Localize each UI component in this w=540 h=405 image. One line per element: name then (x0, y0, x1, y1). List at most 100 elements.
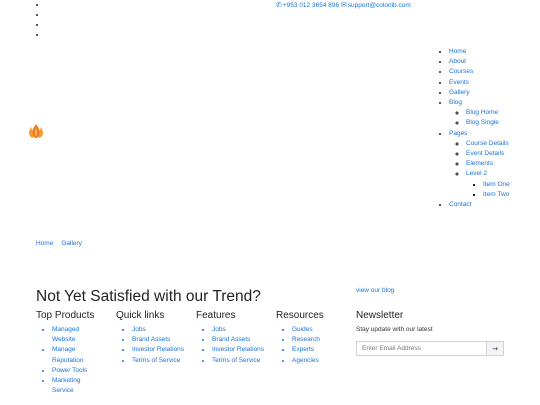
footer-cta-heading: Not Yet Satisfied with our Trend? (36, 288, 261, 305)
nav-item-level-2[interactable]: Level 2 Item One Item Two (466, 169, 510, 200)
footer-column-features: Features Jobs Brand Assets Investor Rela… (196, 310, 276, 366)
footer-column-title: Quick links (116, 310, 165, 321)
nav-item-item-two[interactable]: Item Two (483, 190, 510, 200)
footer-column-quick-links: Quick links Jobs Brand Assets Investor R… (116, 310, 196, 366)
top-contact: ✆+953 012 3654 896 ✉support@colorlib.com (276, 1, 411, 9)
footer-link-text[interactable]: Experts (292, 346, 314, 353)
nav-item-gallery[interactable]: Gallery (449, 88, 510, 98)
footer-link-text[interactable]: Jobs (212, 326, 226, 333)
newsletter-email-input[interactable] (356, 341, 486, 356)
footer-link[interactable]: Investor Relations (212, 345, 276, 355)
phone-number: +953 012 3654 896 (282, 2, 340, 9)
footer-link-text[interactable]: Guides (292, 326, 313, 333)
email-link[interactable]: ✉support@colorlib.com (341, 2, 411, 9)
footer-link[interactable]: Brand Assets (212, 335, 276, 345)
nav-item-courses[interactable]: Courses (449, 67, 510, 77)
newsletter: Newsletter Stay update with our latest → (356, 310, 506, 356)
footer-link-list: Jobs Brand Assets Investor Relations Ter… (116, 325, 196, 366)
nav-item-blog-single[interactable]: Blog Single (466, 118, 510, 128)
nav-link-gallery[interactable]: Gallery (449, 89, 470, 96)
nav-link-course-details[interactable]: Course Details (466, 140, 509, 147)
nav-link-blog[interactable]: Blog (449, 99, 462, 106)
footer-column-title: Features (196, 310, 236, 321)
footer-link[interactable]: Agencies (292, 356, 356, 366)
site-logo[interactable] (28, 124, 44, 138)
footer-link-text[interactable]: Manage Reputation (52, 346, 83, 363)
breadcrumb-current[interactable]: Gallery (61, 240, 82, 247)
footer-link-list: Guides Research Experts Agencies (276, 325, 356, 366)
arrow-right-icon: → (492, 344, 498, 353)
footer-link-text[interactable]: Brand Assets (132, 336, 170, 343)
newsletter-title: Newsletter (356, 310, 404, 321)
breadcrumb-home[interactable]: Home (36, 240, 53, 247)
footer-link[interactable]: Manage Reputation (52, 345, 96, 365)
phone-icon: ✆ (276, 2, 282, 9)
breadcrumb: Home Gallery (36, 240, 82, 247)
footer-link[interactable]: Power Tools (52, 366, 96, 376)
footer-link[interactable]: Terms of Service (132, 356, 196, 366)
footer-column-title: Resources (276, 310, 324, 321)
footer-link-text[interactable]: Brand Assets (212, 336, 250, 343)
footer-link-text[interactable]: Investor Relations (212, 346, 264, 353)
footer-link-text[interactable]: Jobs (132, 326, 146, 333)
top-bar-list (30, 0, 46, 40)
level-2-submenu: Item One Item Two (466, 180, 510, 200)
footer-link-text[interactable]: Terms of Service (132, 357, 180, 364)
email-address: support@colorlib.com (347, 2, 411, 9)
footer-link[interactable]: Jobs (132, 325, 196, 335)
nav-item-contact[interactable]: Contact (449, 200, 510, 210)
footer-link[interactable]: Marketing Service (52, 376, 96, 396)
footer-link-text[interactable]: Research (292, 336, 320, 343)
footer-column-top-products: Top Products Managed Website Manage Repu… (36, 310, 116, 396)
nav-item-event-details[interactable]: Event Details (466, 149, 510, 159)
main-nav: Home About Courses Events Gallery Blog B… (442, 47, 510, 210)
nav-item-item-one[interactable]: Item One (483, 180, 510, 190)
pages-submenu: Course Details Event Details Elements Le… (449, 139, 510, 200)
nav-link-about[interactable]: About (449, 58, 466, 65)
footer-link[interactable]: Experts (292, 345, 356, 355)
footer-link-list: Jobs Brand Assets Investor Relations Ter… (196, 325, 276, 366)
blog-submenu: Blog Home Blog Single (449, 108, 510, 128)
nav-item-events[interactable]: Events (449, 78, 510, 88)
footer-link-text[interactable]: Power Tools (52, 367, 87, 374)
footer-link[interactable]: Managed Website (52, 325, 96, 345)
footer-link-text[interactable]: Investor Relations (132, 346, 184, 353)
footer-link[interactable]: Terms of Service (212, 356, 276, 366)
nav-item-course-details[interactable]: Course Details (466, 139, 510, 149)
footer-link-text[interactable]: Terms of Service (212, 357, 260, 364)
nav-link-courses[interactable]: Courses (449, 68, 473, 75)
footer-link-text[interactable]: Managed Website (52, 326, 79, 343)
view-blog-link[interactable]: view our blog (356, 287, 394, 294)
nav-link-home[interactable]: Home (449, 48, 466, 55)
nav-link-item-two[interactable]: Item Two (483, 191, 509, 198)
footer-column-resources: Resources Guides Research Experts Agenci… (276, 310, 356, 366)
nav-link-contact[interactable]: Contact (449, 201, 471, 208)
nav-item-pages[interactable]: Pages Course Details Event Details Eleme… (449, 129, 510, 200)
newsletter-text: Stay update with our latest (356, 326, 433, 333)
envelope-icon: ✉ (340, 2, 347, 9)
nav-link-events[interactable]: Events (449, 79, 469, 86)
footer-link[interactable]: Investor Relations (132, 345, 196, 355)
nav-item-blog[interactable]: Blog Blog Home Blog Single (449, 98, 510, 129)
nav-link-event-details[interactable]: Event Details (466, 150, 504, 157)
nav-link-level-2[interactable]: Level 2 (466, 170, 487, 177)
footer-link-text[interactable]: Agencies (292, 357, 319, 364)
footer-link-list: Managed Website Manage Reputation Power … (36, 325, 96, 396)
nav-link-blog-single[interactable]: Blog Single (466, 119, 499, 126)
newsletter-submit-button[interactable]: → (486, 341, 504, 356)
footer-link[interactable]: Research (292, 335, 356, 345)
nav-item-about[interactable]: About (449, 57, 510, 67)
newsletter-form: → (356, 341, 506, 356)
footer-link[interactable]: Jobs (212, 325, 276, 335)
footer-link[interactable]: Brand Assets (132, 335, 196, 345)
nav-item-blog-home[interactable]: Blog Home (466, 108, 510, 118)
nav-link-pages[interactable]: Pages (449, 130, 467, 137)
footer-link[interactable]: Guides (292, 325, 356, 335)
nav-link-elements[interactable]: Elements (466, 160, 493, 167)
nav-link-item-one[interactable]: Item One (483, 181, 510, 188)
nav-link-blog-home[interactable]: Blog Home (466, 109, 498, 116)
footer-link-text[interactable]: Marketing Service (52, 377, 81, 394)
nav-item-elements[interactable]: Elements (466, 159, 510, 169)
nav-item-home[interactable]: Home (449, 47, 510, 57)
phone-link[interactable]: ✆+953 012 3654 896 (276, 2, 339, 9)
